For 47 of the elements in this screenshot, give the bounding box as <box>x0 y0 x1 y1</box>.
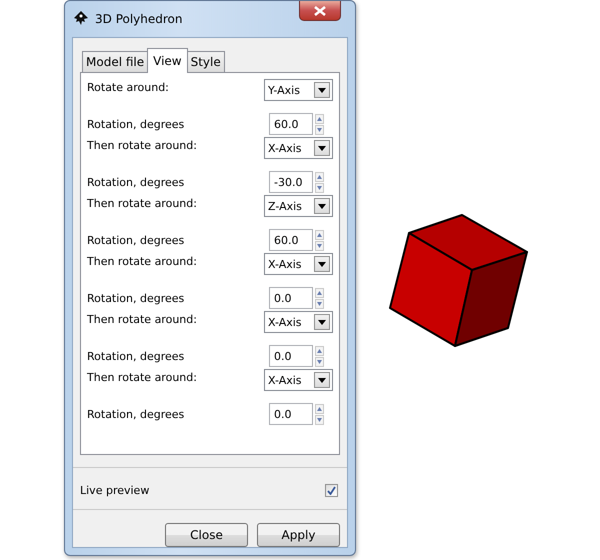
field-label: Then rotate around: <box>87 312 197 326</box>
dialog-button[interactable]: Close <box>165 523 248 547</box>
field-label: Rotation, degrees <box>87 234 184 246</box>
tab[interactable]: View <box>147 48 188 73</box>
field-label: Then rotate around: <box>87 138 197 152</box>
field-label: Rotate around: <box>87 80 169 94</box>
axis-dropdown[interactable]: X-Axis <box>264 137 333 159</box>
degrees-field[interactable]: 0.0 <box>269 403 313 425</box>
spin-down-icon[interactable] <box>315 356 324 366</box>
field-label: Rotation, degrees <box>87 292 184 304</box>
live-preview-checkbox[interactable] <box>325 484 338 496</box>
app-logo-icon <box>73 11 89 27</box>
field-label: Rotation, degrees <box>87 350 184 362</box>
degrees-field[interactable]: -30.0 <box>269 171 313 193</box>
axis-dropdown[interactable]: X-Axis <box>264 369 333 391</box>
dialog-button[interactable]: Apply <box>257 523 340 547</box>
degrees-field[interactable]: 60.0 <box>269 229 313 251</box>
spin-up-icon[interactable] <box>315 114 324 124</box>
axis-dropdown[interactable]: X-Axis <box>264 253 333 275</box>
field-label: Then rotate around: <box>87 370 197 384</box>
spin-down-icon[interactable] <box>315 240 324 250</box>
spin-up-icon[interactable] <box>315 172 324 182</box>
spin-up-icon[interactable] <box>315 346 324 356</box>
field-label: Then rotate around: <box>87 254 197 268</box>
degrees-field[interactable]: 0.0 <box>269 287 313 309</box>
spin-down-icon[interactable] <box>315 298 324 308</box>
field-label: Rotation, degrees <box>87 118 184 130</box>
spin-up-icon[interactable] <box>315 404 324 414</box>
spin-up-icon[interactable] <box>315 288 324 298</box>
close-icon <box>314 6 326 16</box>
axis-dropdown[interactable]: X-Axis <box>264 311 333 333</box>
tab[interactable]: Model file <box>82 51 148 72</box>
field-label: Then rotate around: <box>87 196 197 210</box>
tab[interactable]: Style <box>186 51 225 72</box>
field-label: Rotation, degrees <box>87 408 184 420</box>
spin-down-icon[interactable] <box>315 124 324 134</box>
spin-down-icon[interactable] <box>315 182 324 192</box>
spin-down-icon[interactable] <box>315 414 324 424</box>
spin-up-icon[interactable] <box>315 230 324 240</box>
degrees-field[interactable]: 60.0 <box>269 113 313 135</box>
live-preview-label: Live preview <box>80 484 150 496</box>
close-button[interactable] <box>299 1 341 21</box>
degrees-field[interactable]: 0.0 <box>269 345 313 367</box>
window-title: 3D Polyhedron <box>95 12 182 26</box>
axis-dropdown[interactable]: Z-Axis <box>264 195 333 217</box>
field-label: Rotation, degrees <box>87 176 184 188</box>
axis-dropdown[interactable]: Y-Axis <box>264 79 333 101</box>
